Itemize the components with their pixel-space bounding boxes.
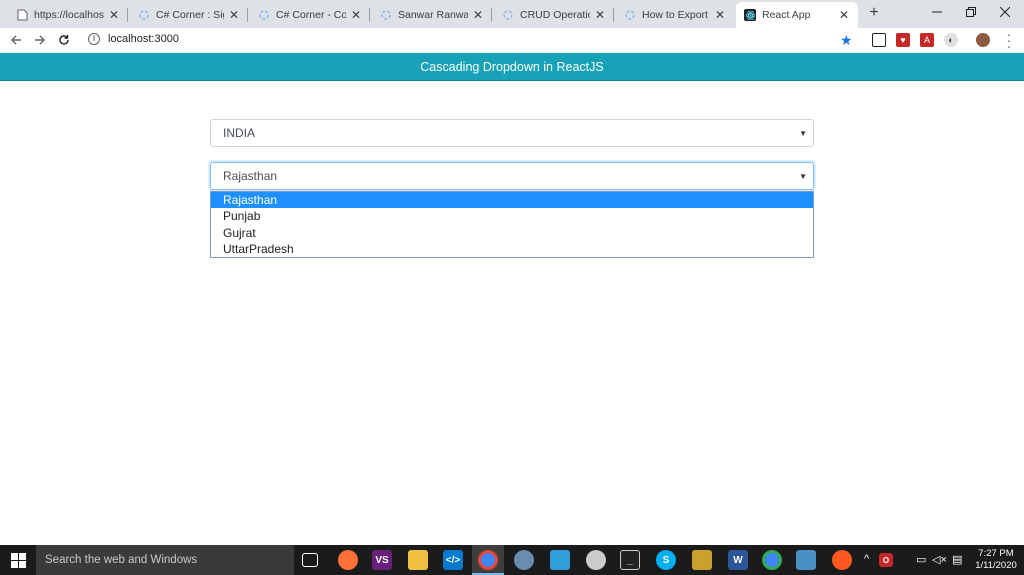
page-title: Cascading Dropdown in ReactJS (420, 59, 604, 74)
screenshot-extension-icon[interactable] (872, 33, 886, 47)
system-clock[interactable]: 7:27 PM 1/11/2020 (970, 548, 1022, 572)
csharpcorner-icon (380, 9, 392, 21)
start-button[interactable] (0, 545, 36, 575)
address-bar[interactable]: i localhost:3000 (82, 29, 862, 49)
clock-time: 7:27 PM (978, 548, 1014, 559)
tab-title: C# Corner - Comm (276, 9, 346, 21)
page-icon (16, 9, 28, 21)
state-options-list: Rajasthan Punjab Gujrat UttarPradesh (210, 191, 814, 258)
state-option[interactable]: UttarPradesh (211, 241, 813, 257)
postman-icon[interactable] (832, 550, 852, 570)
tab-react-app[interactable]: React App ✕ (736, 2, 858, 28)
antivirus-tray-icon[interactable]: O (879, 553, 893, 567)
command-prompt-icon[interactable]: _ (620, 550, 640, 570)
notes-icon[interactable] (692, 550, 712, 570)
country-select[interactable]: INDIA ▼ (210, 119, 814, 147)
tab-title: How to Export Dat (642, 9, 710, 21)
more-menu-icon[interactable]: · · · (1004, 27, 1014, 53)
state-option[interactable]: Punjab (211, 208, 813, 224)
restore-button[interactable] (954, 0, 988, 24)
close-tab-icon[interactable]: ✕ (228, 8, 240, 22)
tab-6[interactable]: How to Export Dat ✕ (616, 2, 734, 28)
paint-icon[interactable] (586, 550, 606, 570)
app-header: Cascading Dropdown in ReactJS (0, 53, 1024, 81)
close-tab-icon[interactable]: ✕ (350, 8, 362, 22)
tab-title: React App (762, 9, 811, 21)
chrome-canary-icon[interactable] (762, 550, 782, 570)
chrome-icon[interactable] (478, 550, 498, 570)
url-text: localhost:3000 (108, 33, 179, 45)
forward-icon[interactable] (30, 30, 50, 50)
close-tab-icon[interactable]: ✕ (838, 8, 850, 22)
browser-toolbar: i localhost:3000 ★ ♥ A ◐ · · · (0, 27, 1024, 53)
close-tab-icon[interactable]: ✕ (714, 8, 726, 22)
taskbar-search-placeholder: Search the web and Windows (45, 554, 198, 566)
tab-1[interactable]: https://localhost:4 ✕ (8, 2, 128, 28)
tab-2[interactable]: C# Corner : Sign in ✕ (130, 2, 248, 28)
battery-icon[interactable]: ▭ (916, 553, 926, 566)
task-view-icon[interactable] (302, 553, 318, 567)
csharpcorner-icon (624, 9, 636, 21)
app-icon[interactable] (514, 550, 534, 570)
skype-icon[interactable]: S (656, 550, 676, 570)
windows-taskbar: Search the web and Windows VS </> _ S W … (0, 545, 1024, 575)
visual-studio-icon[interactable]: VS (372, 550, 392, 570)
react-icon (744, 9, 756, 21)
taskbar-search-box[interactable]: Search the web and Windows (36, 545, 294, 575)
firefox-icon[interactable] (338, 550, 358, 570)
tab-title: CRUD Operations (520, 9, 590, 21)
country-select-value: INDIA (223, 126, 256, 140)
tab-4[interactable]: Sanwar Ranwa's A ✕ (372, 2, 492, 28)
close-window-button[interactable] (988, 0, 1022, 24)
notepad-icon[interactable] (550, 550, 570, 570)
tab-3[interactable]: C# Corner - Comm ✕ (250, 2, 370, 28)
chevron-down-icon: ▼ (799, 172, 807, 181)
chevron-up-icon[interactable]: ^ (864, 553, 869, 565)
pdf-extension-icon[interactable]: A (920, 33, 934, 47)
volume-muted-icon[interactable]: ◁× (932, 553, 947, 566)
tab-5[interactable]: CRUD Operations ✕ (494, 2, 614, 28)
info-icon[interactable]: i (88, 33, 100, 45)
close-tab-icon[interactable]: ✕ (472, 8, 484, 22)
tab-title: Sanwar Ranwa's A (398, 9, 468, 21)
state-option[interactable]: Rajasthan (211, 192, 813, 209)
back-icon[interactable] (6, 30, 26, 50)
clock-date: 1/11/2020 (975, 560, 1017, 571)
chevron-down-icon: ▼ (799, 129, 807, 138)
csharpcorner-icon (502, 9, 514, 21)
minimize-button[interactable] (920, 0, 954, 24)
action-center-icon[interactable]: ▤ (952, 553, 962, 566)
profile-avatar[interactable] (976, 33, 990, 47)
extension-icon[interactable]: ◐ (944, 33, 958, 47)
state-select[interactable]: Rajasthan ▼ (210, 162, 814, 190)
word-icon[interactable]: W (728, 550, 748, 570)
close-tab-icon[interactable]: ✕ (594, 8, 606, 22)
new-tab-button[interactable]: + (866, 5, 882, 21)
vscode-icon[interactable]: </> (443, 550, 463, 570)
close-tab-icon[interactable]: ✕ (108, 8, 120, 22)
state-option[interactable]: Gujrat (211, 225, 813, 241)
tab-title: C# Corner : Sign in (156, 9, 224, 21)
csharpcorner-icon (138, 9, 150, 21)
bookmark-star-icon[interactable]: ★ (840, 32, 853, 49)
windows-logo-icon (10, 552, 26, 568)
state-select-value: Rajasthan (223, 169, 278, 183)
tab-strip: https://localhost:4 ✕ C# Corner : Sign i… (0, 0, 1024, 28)
pocket-extension-icon[interactable]: ♥ (896, 33, 910, 47)
csharpcorner-icon (258, 9, 270, 21)
reload-icon[interactable] (54, 30, 74, 50)
notepad-plus-icon[interactable] (796, 550, 816, 570)
file-explorer-icon[interactable] (408, 550, 428, 570)
tab-title: https://localhost:4 (34, 9, 104, 21)
